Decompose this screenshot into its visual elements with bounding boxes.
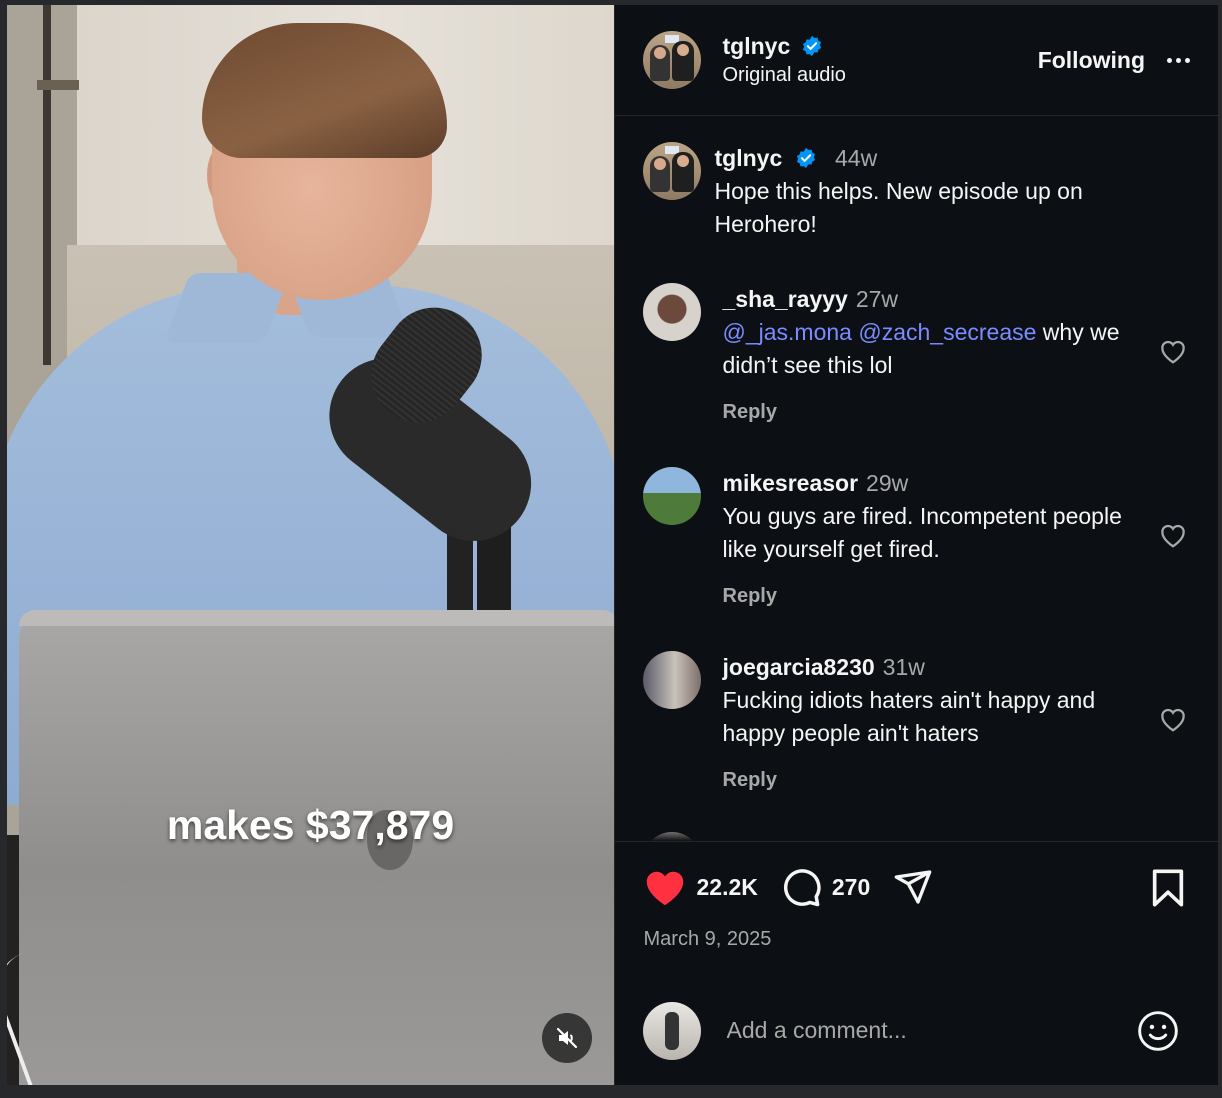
comment-time: 27w xyxy=(855,286,899,312)
verified-badge-icon xyxy=(796,147,815,169)
comment-item: joegarcia8230 31w Fucking idiots haters a… xyxy=(642,651,1191,797)
following-button[interactable]: Following xyxy=(1038,47,1145,74)
like-comment-heart-icon[interactable] xyxy=(1158,705,1188,733)
caption-username[interactable]: tglnyc xyxy=(715,145,783,171)
caption-author-avatar[interactable] xyxy=(642,142,701,200)
post-caption: tglnyc 44w Hope this helps. New episode … xyxy=(642,142,1191,241)
comment-time: 29w xyxy=(866,470,909,496)
post-actions: 22.2K 270 March 9, 2025 xyxy=(614,841,1218,977)
reply-button[interactable]: Reply xyxy=(723,580,1191,613)
like-count[interactable]: 22.2K xyxy=(697,874,758,901)
post-modal: makes $37,879 tglnyc Original audio Foll… xyxy=(7,5,1218,1085)
comment-text: You guys are fired. Incompetent people l… xyxy=(722,503,1122,562)
comment-input[interactable] xyxy=(724,1016,1136,1045)
like-heart-icon[interactable] xyxy=(643,867,687,907)
author-avatar[interactable] xyxy=(642,31,701,89)
comment-time: 31w xyxy=(882,654,925,680)
caption-text: Hope this helps. New episode up on Heroh… xyxy=(714,178,1083,237)
video-player[interactable]: makes $37,879 xyxy=(7,5,614,1085)
post-header: tglnyc Original audio Following xyxy=(614,5,1218,116)
bookmark-icon[interactable] xyxy=(1150,868,1186,908)
commenter-avatar[interactable] xyxy=(642,651,701,709)
comments-list[interactable]: tglnyc 44w Hope this helps. New episode … xyxy=(614,116,1218,841)
more-horizontal-icon[interactable] xyxy=(1167,57,1190,63)
comment-username[interactable]: _sha_rayyy xyxy=(723,286,848,312)
reply-button[interactable]: Reply xyxy=(723,764,1191,797)
comment-text: Fucking idiots haters ain't happy and ha… xyxy=(722,687,1096,746)
video-caption: makes $37,879 xyxy=(166,802,455,848)
like-comment-heart-icon[interactable] xyxy=(1158,521,1188,549)
current-user-avatar[interactable] xyxy=(642,1001,701,1060)
caption-time[interactable]: 44w xyxy=(835,145,877,171)
speaker-muted-icon xyxy=(556,1027,578,1049)
share-icon[interactable] xyxy=(892,867,934,907)
audio-label[interactable]: Original audio xyxy=(723,64,846,87)
comment-composer xyxy=(615,976,1219,1085)
side-panel: tglnyc Original audio Following tglnyc 4… xyxy=(613,5,1219,1085)
verified-badge-icon xyxy=(802,35,821,57)
post-date[interactable]: March 9, 2025 xyxy=(644,928,772,951)
comment-item: mikesreasor 29w You guys are fired. Incom… xyxy=(642,467,1191,613)
comment-count[interactable]: 270 xyxy=(832,874,870,901)
reply-button[interactable]: Reply xyxy=(723,396,1191,429)
emoji-icon[interactable] xyxy=(1136,1009,1180,1053)
like-comment-heart-icon[interactable] xyxy=(1158,337,1188,365)
comment-username[interactable]: joegarcia8230 xyxy=(723,654,875,680)
mute-button[interactable] xyxy=(542,1013,592,1063)
comment-item: _sha_rayyy 27w @_jas.mona @zach_secrease … xyxy=(642,283,1191,429)
commenter-avatar[interactable] xyxy=(642,283,701,341)
mention-link[interactable]: @zach_secrease xyxy=(858,319,1036,345)
mention-link[interactable]: @_jas.mona xyxy=(723,319,852,345)
commenter-avatar[interactable] xyxy=(642,467,701,525)
comment-username[interactable]: mikesreasor xyxy=(723,470,859,496)
author-username[interactable]: tglnyc xyxy=(723,33,791,59)
comment-icon[interactable] xyxy=(780,866,822,908)
